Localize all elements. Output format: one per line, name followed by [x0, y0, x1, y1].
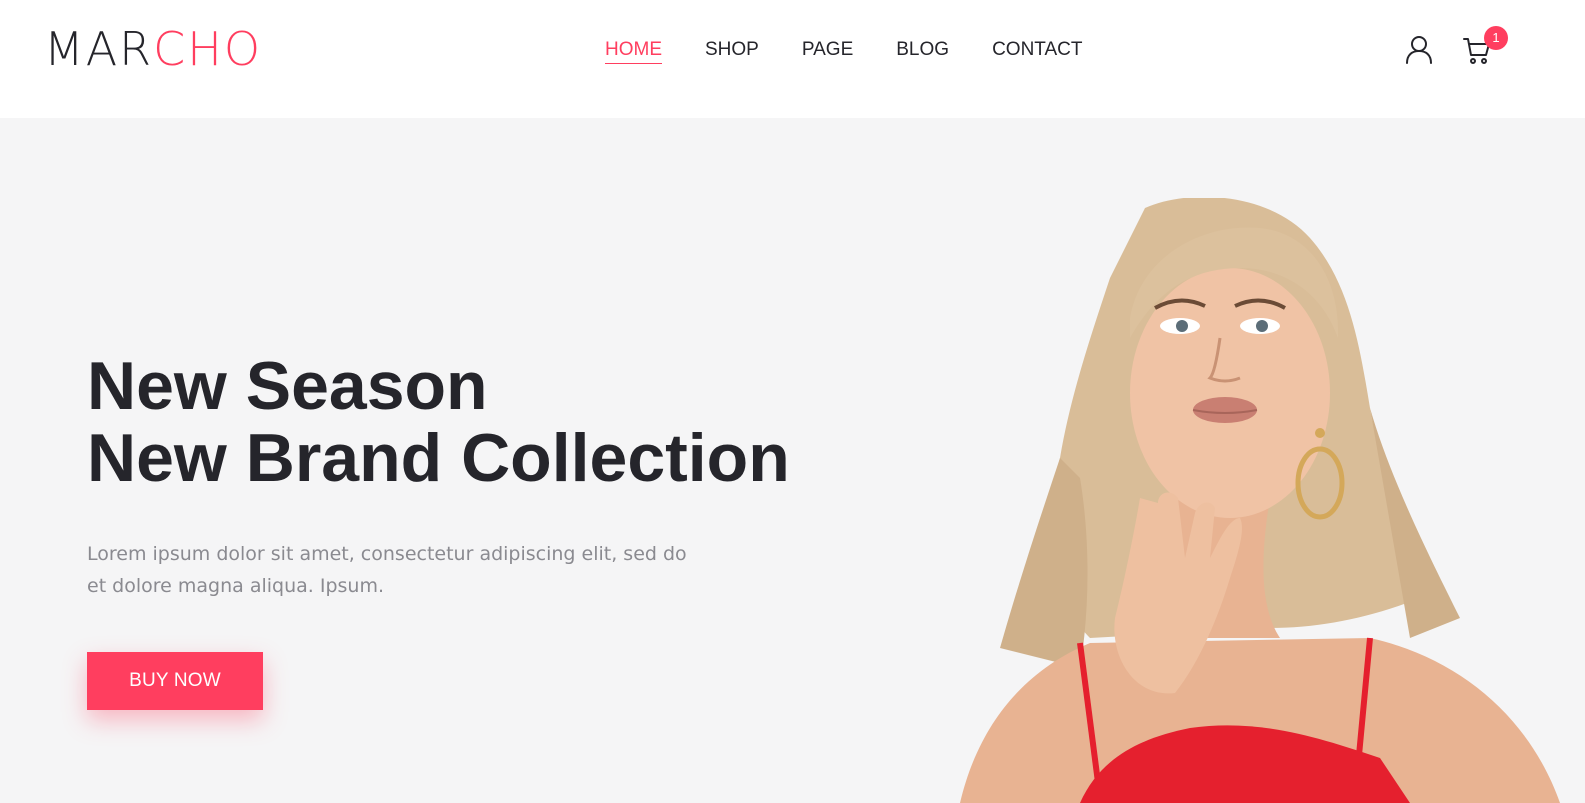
hero-description: Lorem ipsum dolor sit amet, consectetur …: [87, 543, 687, 597]
hero-title-line-1: New Season: [87, 348, 488, 424]
model-photo: [940, 196, 1585, 803]
buy-now-button[interactable]: BUY NOW: [87, 652, 263, 710]
hero-title-line-2: New Brand Collection: [87, 420, 790, 496]
user-icon[interactable]: [1404, 34, 1434, 64]
hero-section: New Season New Brand Collection Lorem ip…: [0, 118, 1585, 803]
nav-item-home[interactable]: HOME: [605, 38, 662, 64]
hero-title: New Season New Brand Collection: [87, 350, 887, 494]
cart-count-badge: 1: [1484, 26, 1508, 50]
logo[interactable]: MAR CHO: [44, 26, 262, 72]
nav-item-shop[interactable]: SHOP: [705, 38, 759, 62]
nav-item-blog[interactable]: BLOG: [896, 38, 949, 62]
logo-text-dark: MAR: [44, 22, 154, 76]
nav-item-page[interactable]: PAGE: [802, 38, 853, 62]
site-header: MAR CHO HOME SHOP PAGE BLOG CONTACT 1: [0, 0, 1585, 118]
main-nav: HOME SHOP PAGE BLOG CONTACT: [605, 38, 1082, 64]
nav-item-contact[interactable]: CONTACT: [992, 38, 1082, 62]
logo-text-accent: CHO: [153, 22, 263, 76]
